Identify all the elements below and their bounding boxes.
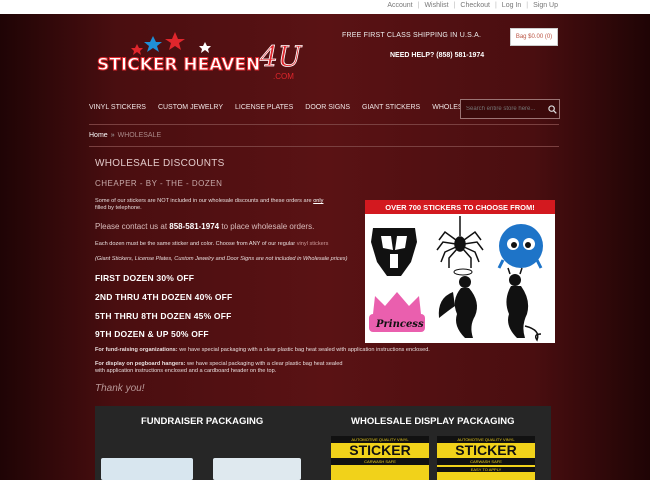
logo-graphic: STICKER HEAVEN 4U .COM [97,32,303,81]
wishlist-link[interactable]: Wishlist [424,2,448,9]
display-card-image: AUTOMOTIVE QUALITY VINYL STICKER CARWASH… [331,436,429,480]
breadcrumb-divider [89,146,559,147]
page-subtitle: CHEAPER - BY - THE - DOZEN [95,179,223,188]
breadcrumb: Home» WHOLESALE [89,132,162,139]
angel-girl-sticker-icon [438,268,477,338]
fundraiser-bag-image [213,458,301,480]
princess-crown-sticker-icon: Princess [369,292,425,332]
help-phone: NEED HELP? (858) 581-1974 [390,52,485,59]
search-input[interactable] [461,105,546,113]
logo-star-icon [131,44,143,55]
top-links: Account | Wishlist | Checkout | Log In |… [387,2,558,9]
tier-5th-8th-dozen: 5TH THRU 8TH DOZEN 45% OFF [95,311,232,321]
page-title: WHOLESALE DISCOUNTS [95,158,225,169]
logo-star-icon [199,42,211,53]
cart-bag-button[interactable]: Bag $0.00 (0) [510,28,558,46]
packaging-panel: FUNDRAISER PACKAGING WHOLESALE DISPLAY P… [95,406,551,480]
nav-item-giant-stickers[interactable]: GIANT STICKERS [362,104,420,111]
breadcrumb-home[interactable]: Home [89,132,108,139]
main-nav: VINYL STICKERS CUSTOM JEWELRY LICENSE PL… [89,104,488,111]
spider-sticker-icon [436,216,484,268]
top-strip: Account | Wishlist | Checkout | Log In |… [0,0,650,14]
logo-domain: .COM [273,72,294,81]
tier-2nd-4th-dozen: 2ND THRU 4TH DOZEN 40% OFF [95,292,233,302]
fundraising-note: For fund-raising organizations: we have … [95,347,430,353]
intro-text: Some of our stickers are NOT included in… [95,198,324,211]
fundraiser-bag-image [101,458,193,480]
devil-girl-sticker-icon [506,267,542,342]
nav-divider [89,124,559,125]
login-link[interactable]: Log In [502,2,521,9]
nav-item-license-plates[interactable]: LICENSE PLATES [235,104,293,111]
fuzzy-monster-sticker-icon [497,224,543,269]
vinyl-stickers-link[interactable]: vinyl stickers [297,241,329,247]
account-link[interactable]: Account [387,2,412,9]
contact-phone: 858-581-1974 [169,222,220,231]
nav-item-custom-jewelry[interactable]: CUSTOM JEWELRY [158,104,223,111]
fundraiser-packaging-title: FUNDRAISER PACKAGING [141,416,264,427]
contact-line: Please contact us at 858-581-1974 to pla… [95,222,315,231]
nav-item-vinyl-stickers[interactable]: VINYL STICKERS [89,104,146,111]
display-card-image: AUTOMOTIVE QUALITY VINYL STICKER CARWASH… [437,436,535,480]
search-box [460,99,560,119]
logo-suffix: 4U [259,40,303,73]
search-icon[interactable] [546,102,559,116]
tier-first-dozen: FIRST DOZEN 30% OFF [95,273,195,283]
shipping-notice: FREE FIRST CLASS SHIPPING IN U.S.A. [342,32,482,39]
promo-banner-heading: OVER 700 STICKERS TO CHOOSE FROM! [365,200,555,214]
breadcrumb-current: WHOLESALE [117,132,162,139]
tier-9th-dozen-up: 9TH DOZEN & UP 50% OFF [95,329,209,339]
display-note: For display on pegboard hangers: we have… [95,361,343,374]
wholesale-display-packaging-title: WHOLESALE DISPLAY PACKAGING [351,416,515,427]
site-logo[interactable]: STICKER HEAVEN 4U .COM [95,30,305,82]
nav-item-door-signs[interactable]: DOOR SIGNS [305,104,350,111]
checkout-link[interactable]: Checkout [460,2,490,9]
logo-star-icon [144,36,162,52]
promo-banner[interactable]: OVER 700 STICKERS TO CHOOSE FROM! Prince… [365,200,555,343]
dozen-rule: Each dozen must be the same sticker and … [95,241,329,247]
signup-link[interactable]: Sign Up [533,2,558,9]
exclusions-note: (Giant Stickers, License Plates, Custom … [95,256,348,262]
logo-star-icon [165,32,185,50]
princess-label: Princess [375,319,424,330]
logo-text: STICKER HEAVEN [97,55,260,75]
sticker-samples: Princess [369,216,543,342]
robot-face-sticker-icon [371,228,417,276]
thank-you-text: Thank you! [95,383,145,394]
